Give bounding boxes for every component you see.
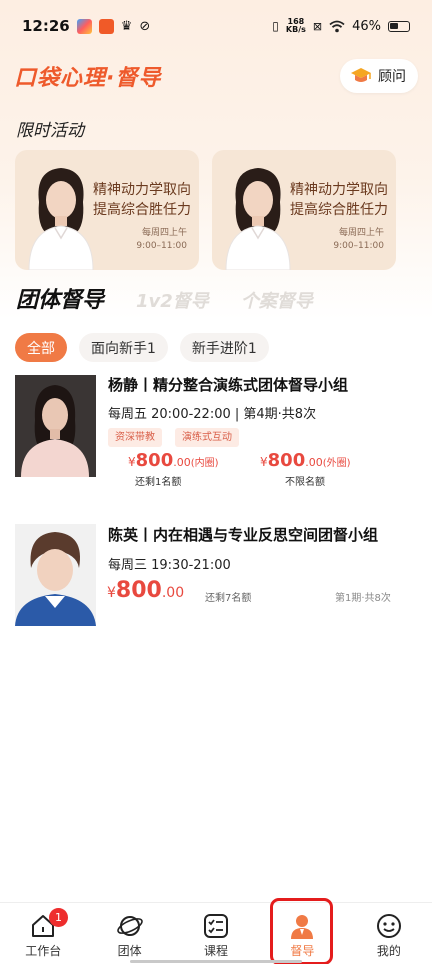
filter-all[interactable]: 全部: [15, 333, 67, 362]
price-inner: ¥800.00(内圈): [128, 450, 219, 471]
app-logo: 口袋心理·督导: [14, 66, 162, 91]
active-tab-highlight: [270, 898, 333, 964]
group-schedule: 每周三 19:30-21:00: [108, 558, 231, 573]
status-time: 12:26: [22, 17, 70, 35]
group-schedule: 每周五 20:00-22:00 | 第4期·共8次: [108, 407, 317, 422]
battery-percent: 46%: [352, 18, 381, 34]
app-notification-icon: [98, 18, 114, 34]
presenter-photo: [28, 168, 94, 270]
bottom-tab-bar: 1 工作台 团体 课程 督导 我的: [0, 902, 432, 964]
group-title: 杨静丨精分整合演练式团体督导小组: [108, 376, 349, 394]
tabbar-item-workbench[interactable]: 1 工作台: [0, 903, 86, 964]
promo-schedule-time: 9:00–11:00: [333, 241, 384, 251]
tabbar-label: 课程: [204, 944, 229, 958]
tabbar-label: 我的: [376, 944, 401, 958]
group-title: 陈英丨内在相遇与专业反思空间团督小组: [108, 526, 379, 544]
promo-schedule-day: 每周四上午: [338, 228, 384, 238]
advisor-label: 顾问: [378, 69, 406, 85]
promo-schedule-time: 9:00–11:00: [136, 241, 187, 251]
tabbar-label: 团体: [117, 944, 142, 958]
sim-icon: ⊠: [312, 19, 323, 33]
price-outer: ¥800.00(外圈): [260, 450, 351, 471]
checklist-icon: [204, 914, 229, 938]
graduation-cap-icon: [351, 68, 371, 82]
session-count: 第1期·共8次: [335, 593, 391, 604]
tab-group-supervision[interactable]: 团体督导: [16, 282, 104, 314]
tabbar-item-course[interactable]: 课程: [173, 903, 259, 964]
supervisor-photo: [15, 375, 96, 477]
smiley-icon: [376, 914, 401, 938]
filter-chips: 全部 面向新手1 新手进阶1: [15, 333, 269, 362]
limited-activity-title: 限时活动: [16, 121, 84, 141]
planet-icon: [116, 916, 143, 936]
group-tag: 演练式互动: [175, 428, 239, 447]
vibrate-icon: ▯: [272, 19, 279, 33]
battery-icon: [388, 20, 410, 32]
remaining-note: 还剩7名额: [205, 593, 252, 604]
network-speed: 168 KB/s: [285, 17, 306, 34]
promo-title-line1: 精神动力学取向: [93, 182, 191, 198]
status-bar: 12:26 ♛ ⊘ ▯ 168 KB/s ⊠ 46%: [0, 0, 432, 52]
crown-icon: ♛: [120, 18, 133, 34]
promo-title-line1: 精神动力学取向: [290, 182, 388, 198]
tabbar-label: 工作台: [25, 944, 62, 958]
link-icon: ⊘: [139, 18, 151, 34]
presenter-photo: [225, 168, 291, 270]
app-header: 口袋心理·督导 顾问: [14, 58, 418, 94]
promo-title-line2: 提高综合胜任力: [93, 202, 191, 218]
home-indicator: [130, 960, 302, 963]
advisor-button[interactable]: 顾问: [340, 59, 418, 93]
group-tag: 资深带教: [108, 428, 162, 447]
promo-schedule-day: 每周四上午: [141, 228, 187, 238]
filter-advanced[interactable]: 新手进阶1: [179, 333, 269, 362]
tabbar-item-group[interactable]: 团体: [86, 903, 172, 964]
app-notification-icon: [76, 18, 92, 34]
promo-card[interactable]: 精神动力学取向 提高综合胜任力 每周四上午 9:00–11:00: [15, 150, 199, 270]
filter-beginner[interactable]: 面向新手1: [79, 333, 168, 362]
supervision-tabs: 团体督导 1v2督导 个案督导: [16, 282, 313, 314]
notification-badge: 1: [49, 908, 68, 927]
remaining-note: 还剩1名额: [135, 477, 182, 488]
promo-title-line2: 提高综合胜任力: [290, 202, 388, 218]
price: ¥800.00: [107, 578, 185, 603]
unlimited-note: 不限名额: [285, 477, 325, 488]
tab-case-supervision[interactable]: 个案督导: [241, 287, 313, 313]
promo-card[interactable]: 精神动力学取向 提高综合胜任力 每周四上午 9:00–11:00: [212, 150, 396, 270]
tabbar-item-mine[interactable]: 我的: [346, 903, 432, 964]
wifi-icon: [329, 20, 345, 32]
supervisor-photo: [15, 524, 96, 626]
tab-1v2-supervision[interactable]: 1v2督导: [136, 287, 209, 313]
